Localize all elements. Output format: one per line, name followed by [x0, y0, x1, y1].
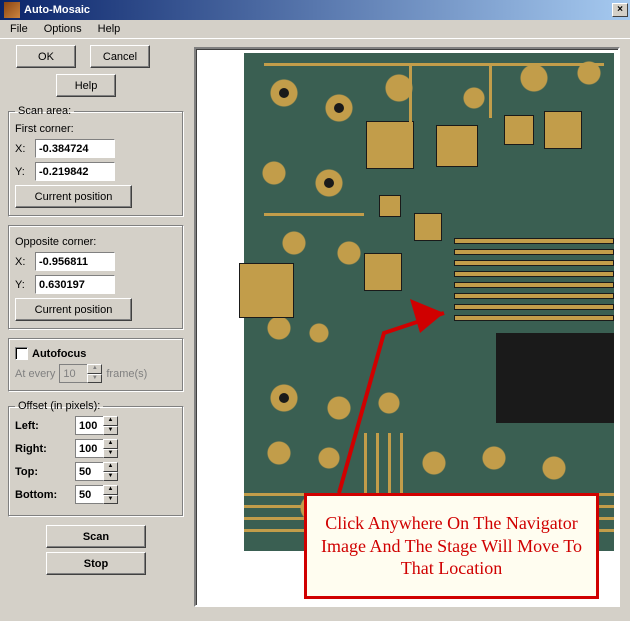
opposite-current-position-button[interactable]: Current position [15, 298, 132, 321]
menu-help[interactable]: Help [90, 21, 129, 37]
offset-top-up[interactable]: ▲ [103, 462, 118, 472]
titlebar[interactable]: Auto-Mosaic × [0, 0, 630, 20]
autofocus-every-prefix: At every [15, 368, 55, 380]
offset-right-down[interactable]: ▼ [103, 449, 118, 459]
offset-top-down[interactable]: ▼ [103, 472, 118, 482]
help-button[interactable]: Help [56, 74, 116, 97]
offset-left-down[interactable]: ▼ [103, 426, 118, 436]
offset-right-label: Right: [15, 443, 75, 455]
menubar: File Options Help [0, 20, 630, 39]
scan-area-group: Scan area: First corner: X: Y: Current p… [8, 105, 184, 217]
autofocus-spin-up: ▲ [87, 364, 102, 374]
autofocus-group: Autofocus At every ▲ ▼ frame(s) [8, 338, 184, 392]
offset-left-label: Left: [15, 420, 75, 432]
autofocus-label: Autofocus [32, 348, 86, 360]
opposite-corner-group: Opposite corner: X: Y: Current position [8, 225, 184, 330]
opposite-y-input[interactable] [35, 275, 115, 294]
instruction-callout: Click Anywhere On The Navigator Image An… [304, 493, 599, 599]
cancel-button[interactable]: Cancel [90, 45, 150, 68]
close-button[interactable]: × [612, 3, 628, 17]
autofocus-spin-down: ▼ [87, 374, 102, 384]
controls-panel: OK Cancel Help Scan area: First corner: … [0, 39, 192, 621]
autofocus-frames-input [59, 364, 87, 383]
offset-right-up[interactable]: ▲ [103, 439, 118, 449]
image-panel: Click Anywhere On The Navigator Image An… [192, 39, 630, 621]
offset-group: Offset (in pixels): Left: ▲ ▼ Right: ▲ [8, 400, 184, 517]
ok-button[interactable]: OK [16, 45, 76, 68]
opposite-corner-label: Opposite corner: [15, 236, 177, 248]
offset-bottom-down[interactable]: ▼ [103, 495, 118, 505]
first-x-input[interactable] [35, 139, 115, 158]
scan-button[interactable]: Scan [46, 525, 146, 548]
navigator-frame: Click Anywhere On The Navigator Image An… [194, 47, 620, 607]
offset-bottom-label: Bottom: [15, 489, 75, 501]
offset-top-label: Top: [15, 466, 75, 478]
autofocus-checkbox[interactable] [15, 347, 28, 360]
first-y-label: Y: [15, 166, 29, 178]
navigator-image[interactable] [244, 53, 614, 551]
stop-button[interactable]: Stop [46, 552, 146, 575]
app-icon [4, 2, 20, 18]
autofocus-every-suffix: frame(s) [106, 368, 147, 380]
callout-text: Click Anywhere On The Navigator Image An… [311, 512, 592, 580]
opposite-x-label: X: [15, 256, 29, 268]
offset-left-up[interactable]: ▲ [103, 416, 118, 426]
offset-bottom-input[interactable] [75, 485, 103, 504]
offset-bottom-up[interactable]: ▲ [103, 485, 118, 495]
offset-top-input[interactable] [75, 462, 103, 481]
first-y-input[interactable] [35, 162, 115, 181]
offset-legend: Offset (in pixels): [15, 400, 103, 412]
menu-options[interactable]: Options [36, 21, 90, 37]
scan-area-legend: Scan area: [15, 105, 74, 117]
opposite-x-input[interactable] [35, 252, 115, 271]
menu-file[interactable]: File [2, 21, 36, 37]
first-corner-label: First corner: [15, 123, 177, 135]
first-current-position-button[interactable]: Current position [15, 185, 132, 208]
first-x-label: X: [15, 143, 29, 155]
offset-right-input[interactable] [75, 439, 103, 458]
window-title: Auto-Mosaic [24, 4, 612, 16]
opposite-y-label: Y: [15, 279, 29, 291]
offset-left-input[interactable] [75, 416, 103, 435]
